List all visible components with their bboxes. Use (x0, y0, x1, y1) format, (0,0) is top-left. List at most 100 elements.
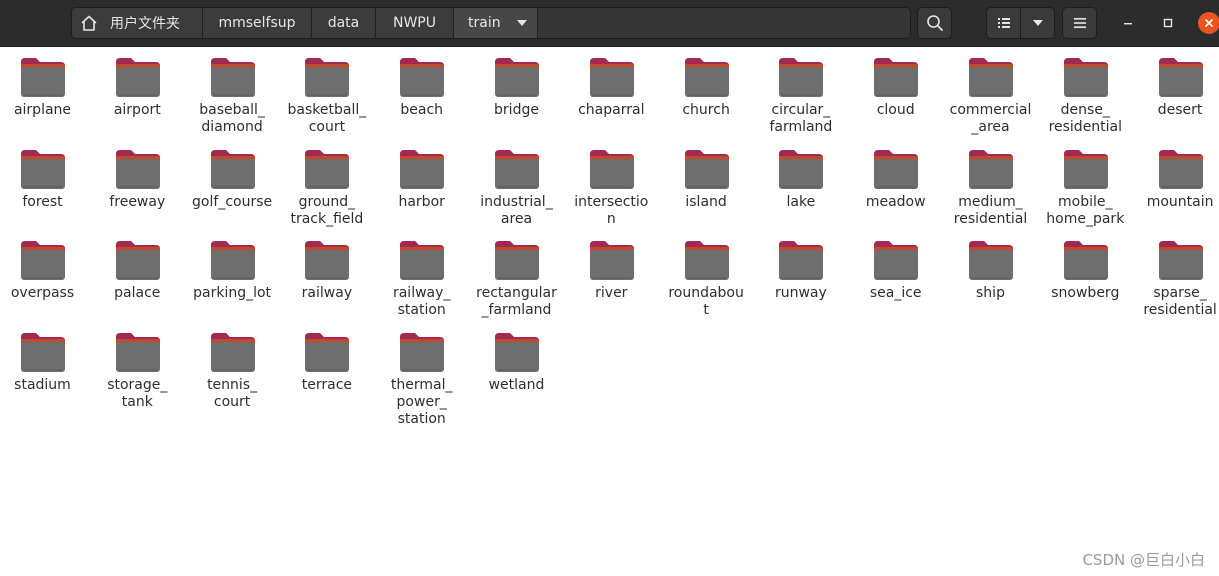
folder-icon (1063, 58, 1108, 97)
folder-item[interactable]: commercial _area (943, 47, 1038, 137)
folder-label: terrace (301, 377, 353, 394)
folder-item[interactable]: airplane (0, 47, 90, 137)
breadcrumb-data[interactable]: data (312, 8, 376, 38)
folder-icon (495, 241, 539, 281)
folder-item[interactable]: terrace (279, 322, 374, 412)
chevron-down-icon (1032, 20, 1043, 26)
folder-icon (684, 241, 729, 281)
folder-label: intersectio n (574, 193, 649, 227)
folder-icon (115, 149, 160, 189)
breadcrumb-mmselfsup[interactable]: mmselfsup (203, 8, 312, 38)
folder-item[interactable]: harbor (374, 139, 469, 229)
folder-item[interactable]: runway (753, 230, 848, 320)
folder-label: mobile_ home_park (1046, 193, 1125, 227)
folder-icon (115, 333, 160, 373)
folder-label: airplane (13, 102, 72, 118)
folder-item[interactable]: golf_course (185, 139, 280, 229)
folder-item[interactable]: medium_ residential (943, 139, 1038, 229)
folder-label: freeway (109, 193, 166, 210)
folder-item[interactable]: sea_ice (848, 230, 943, 320)
folder-item[interactable]: bridge (469, 47, 564, 137)
folder-label: dense_ residential (1048, 102, 1123, 135)
folder-item[interactable]: rectangular _farmland (469, 230, 564, 320)
folder-item[interactable]: mobile_ home_park (1038, 139, 1133, 229)
close-icon (1205, 19, 1213, 27)
folder-icon (1063, 241, 1108, 281)
folder-item[interactable]: railway_ station (374, 230, 469, 320)
folder-item[interactable]: baseball_ diamond (185, 47, 280, 137)
list-view-icon (997, 18, 1010, 28)
folder-item[interactable]: beach (374, 47, 469, 137)
folder-item[interactable]: snowberg (1038, 230, 1133, 320)
folder-item[interactable]: airport (90, 47, 185, 137)
folder-icon (589, 58, 634, 97)
folder-label: golf_course (192, 193, 273, 210)
folder-icon (400, 333, 445, 373)
folder-item[interactable]: roundabou t (659, 230, 754, 320)
view-mode-button[interactable] (986, 7, 1021, 39)
folder-label: industrial_ area (480, 193, 553, 227)
search-button[interactable] (917, 7, 952, 39)
folder-label: stadium (14, 377, 71, 394)
view-options-dropdown[interactable] (1020, 7, 1055, 39)
folder-item[interactable]: chaparral (564, 47, 659, 137)
folder-label: tennis_ court (207, 377, 258, 411)
folder-item[interactable]: tennis_ court (185, 322, 280, 412)
folder-item[interactable]: overpass (0, 230, 90, 320)
close-button[interactable] (1198, 12, 1219, 34)
folder-icon (400, 149, 445, 189)
folder-icon (684, 58, 729, 97)
folder-item[interactable]: stadium (0, 322, 90, 412)
folder-item[interactable]: sparse_ residential (1133, 230, 1219, 320)
folder-label: snowberg (1051, 285, 1120, 302)
folder-item[interactable]: freeway (90, 139, 185, 229)
maximize-button[interactable] (1157, 12, 1179, 34)
folder-icon (779, 58, 824, 97)
folder-item[interactable]: church (659, 47, 754, 137)
main-menu-button[interactable] (1062, 7, 1097, 39)
folder-icon (400, 241, 445, 281)
hamburger-menu-icon (1073, 18, 1086, 28)
folder-icon (21, 149, 65, 189)
folder-label: circular_ farmland (769, 102, 833, 135)
folder-label: church (682, 102, 730, 118)
folder-label: parking_lot (193, 285, 272, 302)
folder-item[interactable]: thermal_ power_ station (374, 322, 469, 427)
folder-item[interactable]: storage_ tank (90, 322, 185, 412)
folder-icon (115, 58, 160, 97)
folder-item[interactable]: parking_lot (185, 230, 280, 320)
folder-label: sea_ice (869, 285, 922, 302)
folder-item[interactable]: intersectio n (564, 139, 659, 229)
folder-label: railway (301, 285, 353, 302)
folder-icon (1063, 149, 1108, 189)
folder-item[interactable]: forest (0, 139, 90, 229)
folder-icon (495, 58, 539, 97)
folder-item[interactable]: palace (90, 230, 185, 320)
folder-icon (874, 58, 919, 97)
breadcrumb-nwpu[interactable]: NWPU (376, 8, 454, 38)
folder-icon (1158, 149, 1203, 189)
folder-item[interactable]: railway (279, 230, 374, 320)
folder-item[interactable]: island (659, 139, 754, 229)
breadcrumb-home[interactable]: 用户文件夹 (72, 8, 203, 38)
folder-item[interactable]: cloud (848, 47, 943, 137)
folder-item[interactable]: wetland (469, 322, 564, 412)
folder-item[interactable]: river (564, 230, 659, 320)
folder-label: thermal_ power_ station (390, 377, 453, 428)
folder-item[interactable]: ground_ track_field (279, 139, 374, 229)
minimize-button[interactable] (1117, 12, 1139, 34)
folder-icon (969, 241, 1013, 281)
breadcrumb-label: data (327, 15, 360, 31)
folder-item[interactable]: basketball_ court (279, 47, 374, 137)
folder-item[interactable]: meadow (848, 139, 943, 229)
folder-item[interactable]: desert (1133, 47, 1219, 137)
folder-item[interactable]: circular_ farmland (753, 47, 848, 137)
breadcrumb-train[interactable]: train (454, 8, 538, 38)
folder-item[interactable]: ship (943, 230, 1038, 320)
folder-item[interactable]: mountain (1133, 139, 1219, 229)
folder-label: desert (1157, 102, 1203, 118)
folder-item[interactable]: dense_ residential (1038, 47, 1133, 137)
folder-item[interactable]: lake (753, 139, 848, 229)
folder-icon (210, 149, 255, 189)
folder-item[interactable]: industrial_ area (469, 139, 564, 229)
